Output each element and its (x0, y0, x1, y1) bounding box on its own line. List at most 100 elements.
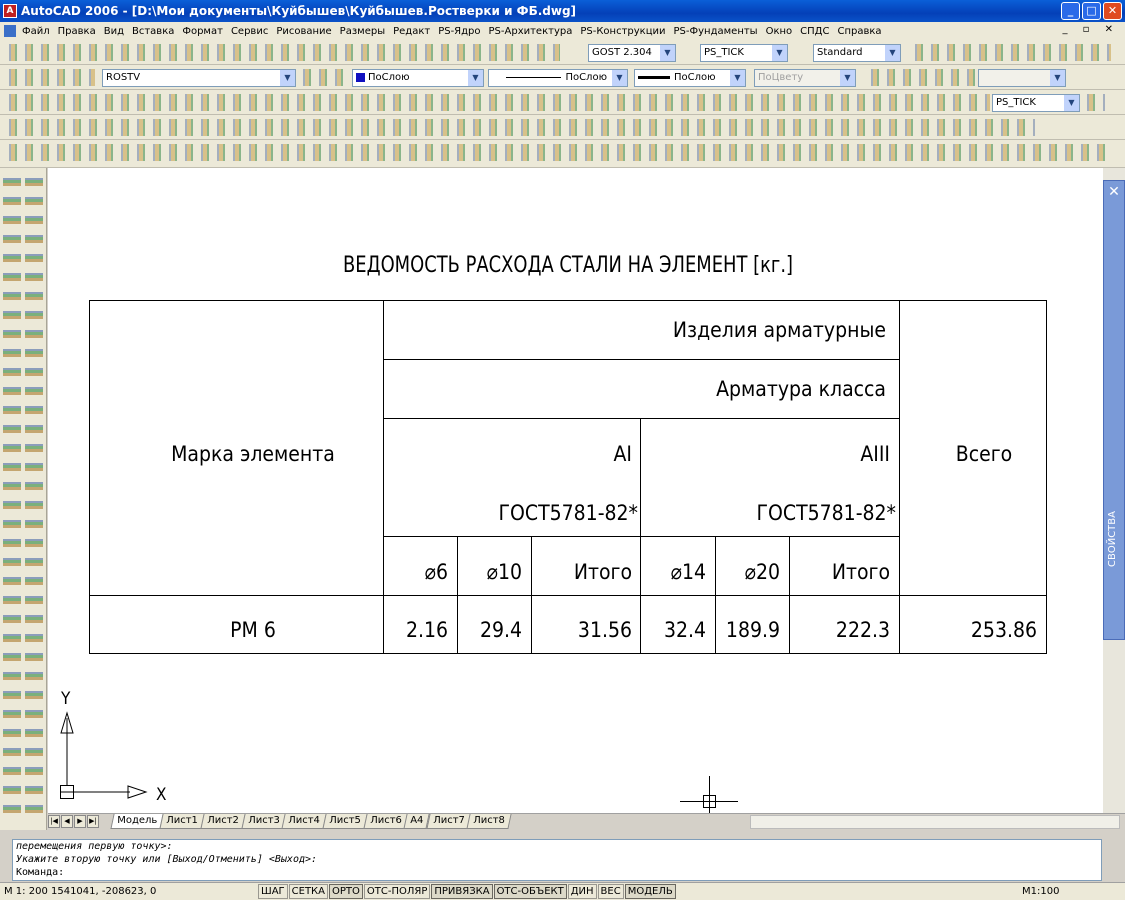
draw-modify-toolbars (0, 168, 47, 830)
lineweight-combo[interactable]: ПоСлою ▼ (634, 69, 746, 87)
prev-tab-icon[interactable]: ◀ (61, 815, 73, 828)
document-icon[interactable] (4, 25, 16, 37)
osnap-toggle[interactable]: ПРИВЯЗКА (431, 884, 493, 899)
chevron-down-icon: ▼ (885, 45, 900, 61)
lwt-toggle[interactable]: ВЕС (597, 884, 624, 899)
color-value: ПоСлою (368, 72, 410, 83)
text-style-value: GOST 2.304 (592, 47, 652, 58)
horizontal-scrollbar[interactable] (750, 815, 1120, 829)
maximize-button[interactable]: □ (1082, 2, 1101, 20)
menu-insert[interactable]: Вставка (128, 26, 178, 37)
layer-combo[interactable]: ROSTV ▼ (102, 69, 296, 87)
properties-label: СВОЙСТВА (1107, 511, 1118, 567)
tab-sheet5[interactable]: Лист5 (322, 814, 368, 829)
modify-toolbar-icons[interactable] (25, 174, 43, 822)
dim-style-combo[interactable]: PS_TICK ▼ (700, 44, 788, 62)
menu-spds[interactable]: СПДС (796, 26, 833, 37)
menu-file[interactable]: Файл (18, 26, 54, 37)
otrack-toggle[interactable]: ОТС-ОБЪЕКТ (493, 884, 567, 899)
table-style-combo[interactable]: Standard ▼ (813, 44, 901, 62)
extra-tools-icons[interactable] (912, 44, 1111, 61)
menu-format[interactable]: Формат (178, 26, 227, 37)
properties-palette[interactable]: ✕ СВОЙСТВА (1103, 180, 1125, 640)
menu-dimension[interactable]: Размеры (336, 26, 389, 37)
close-button[interactable]: ✕ (1103, 2, 1122, 20)
lineweight-preview (638, 75, 670, 79)
menu-ps-structures[interactable]: PS-Конструкции (576, 26, 669, 37)
command-line-1: перемещения первую точку>: (16, 841, 173, 852)
mdi-window-controls[interactable]: _ ▫ ✕ (1062, 24, 1119, 35)
draw-toolbar-icons[interactable] (3, 174, 21, 822)
grid-toggle[interactable]: СЕТКА (288, 884, 328, 899)
model-toggle[interactable]: МОДЕЛЬ (624, 884, 676, 899)
plotstyle-value: ПоЦвету (758, 72, 804, 83)
next-tab-icon[interactable]: ▶ (74, 815, 86, 828)
drawing-canvas: ВЕДОМОСТЬ РАСХОДА СТАЛИ НА ЭЛЕМЕНТ [кг.]… (60, 253, 1047, 813)
header-class: Арматура класса (716, 377, 886, 401)
ucs-x-arrow (127, 785, 148, 799)
menu-bar: Файл Правка Вид Вставка Формат Сервис Ри… (0, 22, 1125, 40)
polar-toggle[interactable]: ОТС-ПОЛЯР (363, 884, 431, 899)
sheet-title: ВЕДОМОСТЬ РАСХОДА СТАЛИ НА ЭЛЕМЕНТ [кг.] (343, 253, 793, 278)
minimize-button[interactable]: _ (1061, 2, 1080, 20)
menu-ps-architecture[interactable]: PS-Архитектура (485, 26, 577, 37)
drawing-area[interactable]: ВЕДОМОСТЬ РАСХОДА СТАЛИ НА ЭЛЕМЕНТ [кг.]… (48, 168, 1103, 813)
tab-sheet2[interactable]: Лист2 (200, 814, 246, 829)
ucs-y-label: Y (60, 689, 71, 709)
autocad-app-icon[interactable]: A (3, 4, 17, 18)
menu-ps-foundations[interactable]: PS-Фундаменты (670, 26, 762, 37)
view-tools-icons[interactable] (868, 69, 975, 86)
menu-help[interactable]: Справка (833, 26, 885, 37)
cell-subtotal-a1: 31.56 (578, 618, 632, 642)
color-combo[interactable]: ПоСлою ▼ (352, 69, 484, 87)
tab-label: Лист6 (369, 815, 402, 826)
ortho-toggle[interactable]: ОРТО (329, 884, 363, 899)
header-products: Изделия арматурные (673, 318, 886, 342)
annotation-scale[interactable]: М1:100 (1022, 886, 1059, 897)
menu-window[interactable]: Окно (762, 26, 797, 37)
tab-sheet1[interactable]: Лист1 (159, 814, 205, 829)
text-style-combo[interactable]: GOST 2.304 ▼ (588, 44, 676, 62)
ps-tools-icons[interactable] (6, 119, 1035, 136)
layer-tools-icons[interactable] (300, 69, 347, 86)
menu-draw[interactable]: Рисование (272, 26, 335, 37)
tab-sheet6[interactable]: Лист6 (363, 814, 409, 829)
chevron-down-icon: ▼ (730, 70, 745, 86)
lineweight-value: ПоСлою (674, 72, 716, 83)
standard-tools-icons[interactable] (6, 44, 560, 61)
layer-value: ROSTV (106, 72, 141, 83)
cell-d10: 29.4 (480, 618, 522, 642)
layer-manager-icons[interactable] (6, 69, 95, 86)
tab-sheet8[interactable]: Лист8 (466, 814, 512, 829)
subtotal-a1-header: Итого (574, 560, 632, 584)
menu-tools[interactable]: Сервис (227, 26, 272, 37)
tab-sheet4[interactable]: Лист4 (281, 814, 327, 829)
spds-tools-icons[interactable] (6, 94, 990, 111)
close-icon[interactable]: ✕ (1104, 181, 1124, 203)
chevron-down-icon: ▼ (1064, 95, 1079, 111)
dim-style-2-value: PS_TICK (996, 97, 1036, 108)
tab-sheet7[interactable]: Лист7 (426, 814, 471, 829)
last-tab-icon[interactable]: ▶| (87, 815, 99, 828)
coordinates-readout[interactable]: М 1: 200 1541041, -208623, 0 (4, 886, 156, 897)
dim-update-icon[interactable] (1084, 94, 1105, 111)
snap-toggle[interactable]: ШАГ (258, 884, 288, 899)
command-prompt[interactable]: Команда: (16, 866, 1101, 879)
tab-label: Лист7 (432, 815, 465, 826)
tab-model[interactable]: Модель (110, 814, 164, 829)
row-mark: РМ 6 (230, 618, 276, 642)
dim-style-combo-2[interactable]: PS_TICK ▼ (992, 94, 1080, 112)
color-swatch (356, 72, 365, 82)
layout-tabs-bar: |◀ ◀ ▶ ▶| Модель Лист1 Лист2 Лист3 Лист4… (48, 813, 1125, 830)
first-tab-icon[interactable]: |◀ (48, 815, 60, 828)
menu-view[interactable]: Вид (100, 26, 128, 37)
command-history[interactable]: перемещения первую точку>: Укажите вторую… (12, 839, 1102, 881)
dyn-toggle[interactable]: ДИН (567, 884, 597, 899)
menu-ps-core[interactable]: PS-Ядро (434, 26, 484, 37)
diameter-6: ⌀6 (425, 560, 448, 584)
linetype-combo[interactable]: ПоСлою ▼ (488, 69, 628, 87)
ps-dim-tools-icons[interactable] (6, 144, 1111, 161)
tab-sheet3[interactable]: Лист3 (240, 814, 286, 829)
menu-modify[interactable]: Редакт (389, 26, 434, 37)
menu-edit[interactable]: Правка (54, 26, 100, 37)
